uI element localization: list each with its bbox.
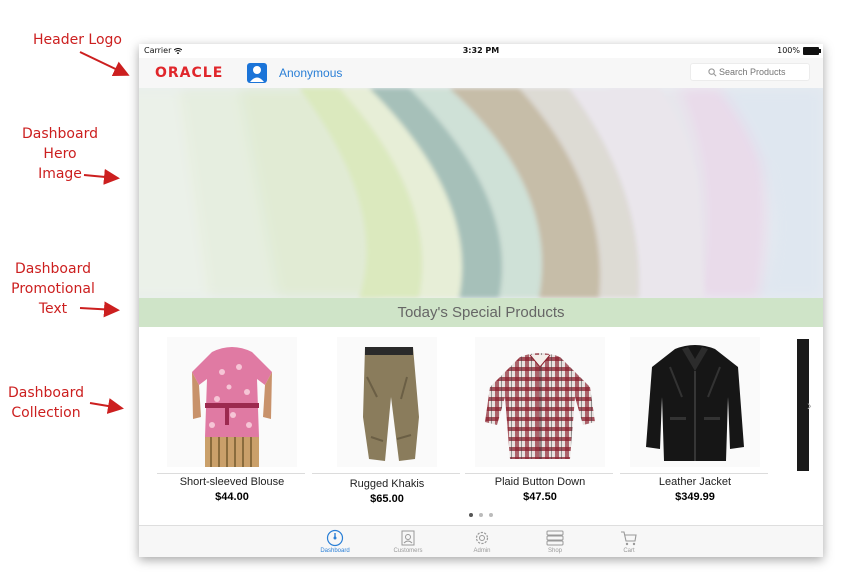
promotional-banner: Today's Special Products bbox=[139, 298, 823, 327]
callout-line: Collection bbox=[11, 405, 81, 421]
page-indicator[interactable] bbox=[139, 513, 823, 517]
tab-bar: Dashboard Customers Admin Shop Cart bbox=[139, 525, 823, 557]
user-avatar-icon[interactable] bbox=[247, 63, 267, 83]
product-price: $349.99 bbox=[675, 491, 715, 503]
tab-admin[interactable]: Admin bbox=[457, 529, 507, 554]
product-card[interactable]: Leather Jacket $349.99 bbox=[620, 337, 770, 503]
arrow-header-logo bbox=[79, 51, 130, 77]
product-card[interactable]: Rugged Khakis $65.00 bbox=[312, 337, 462, 505]
callout-line: Image bbox=[38, 166, 82, 182]
chevron-right-icon[interactable]: › bbox=[807, 397, 812, 413]
tab-label: Customers bbox=[393, 548, 423, 554]
search-box[interactable] bbox=[690, 63, 819, 81]
callout-line: Header Logo bbox=[33, 32, 122, 48]
product-name[interactable]: Plaid Button Down bbox=[465, 476, 615, 488]
oracle-logo[interactable]: ORACLE bbox=[155, 65, 223, 81]
battery-indicator: 100% bbox=[777, 46, 821, 55]
shop-icon bbox=[546, 530, 564, 546]
tab-cart[interactable]: Cart bbox=[604, 529, 654, 554]
product-image-leather-jacket[interactable] bbox=[630, 337, 760, 467]
search-input[interactable] bbox=[719, 67, 819, 77]
product-card[interactable]: Plaid Button Down $47.50 bbox=[465, 337, 615, 503]
callout-header-logo: Header Logo bbox=[33, 30, 122, 50]
hero-shirts-illustration bbox=[139, 88, 823, 298]
battery-percent: 100% bbox=[777, 46, 800, 55]
page-dot[interactable] bbox=[479, 513, 483, 517]
product-price: $44.00 bbox=[215, 491, 249, 503]
page-dot[interactable] bbox=[489, 513, 493, 517]
search-icon bbox=[708, 68, 717, 77]
tab-dashboard[interactable]: Dashboard bbox=[310, 529, 360, 554]
product-price: $47.50 bbox=[523, 491, 557, 503]
callout-line: Hero bbox=[43, 146, 77, 162]
tab-label: Shop bbox=[547, 548, 562, 554]
gear-icon bbox=[475, 531, 489, 545]
tab-customers[interactable]: Customers bbox=[383, 529, 433, 554]
card-divider bbox=[312, 473, 460, 474]
callout-collection: Dashboard Collection bbox=[6, 383, 86, 423]
callout-line: Dashboard bbox=[15, 261, 91, 277]
cart-icon bbox=[621, 531, 637, 546]
dashboard-icon bbox=[326, 529, 344, 547]
callout-line: Dashboard bbox=[22, 126, 98, 142]
product-name[interactable]: Short-sleeved Blouse bbox=[157, 476, 307, 488]
callout-promotional-text: Dashboard Promotional Text bbox=[8, 259, 98, 319]
product-card[interactable]: Short-sleeved Blouse $44.00 bbox=[157, 337, 307, 503]
tab-label: Dashboard bbox=[320, 548, 350, 554]
battery-icon bbox=[803, 46, 821, 55]
username-link[interactable]: Anonymous bbox=[279, 66, 342, 80]
page-dot[interactable] bbox=[469, 513, 473, 517]
hero-image bbox=[139, 88, 823, 298]
callout-hero-image: Dashboard Hero Image bbox=[18, 124, 102, 184]
app-header: ORACLE Anonymous bbox=[139, 58, 823, 89]
customers-icon bbox=[401, 530, 415, 546]
product-collection[interactable]: Short-sleeved Blouse $44.00 Rugged Khaki… bbox=[139, 327, 823, 525]
product-name[interactable]: Leather Jacket bbox=[620, 476, 770, 488]
product-price: $65.00 bbox=[370, 493, 404, 505]
product-image-blouse[interactable] bbox=[167, 337, 297, 467]
card-divider bbox=[465, 473, 613, 474]
tab-label: Cart bbox=[623, 548, 635, 554]
clock: 3:32 PM bbox=[462, 46, 500, 55]
tab-shop[interactable]: Shop bbox=[530, 529, 580, 554]
product-image-plaid-shirt[interactable] bbox=[475, 337, 605, 467]
status-bar: Carrier 3:32 PM 100% bbox=[139, 44, 823, 58]
product-name[interactable]: Rugged Khakis bbox=[312, 478, 462, 490]
tab-label: Admin bbox=[473, 548, 491, 554]
callout-line: Promotional bbox=[11, 281, 95, 297]
card-divider bbox=[157, 473, 305, 474]
card-divider bbox=[620, 473, 768, 474]
callout-line: Text bbox=[38, 301, 68, 317]
tablet-screen: Carrier 3:32 PM 100% ORACLE Anonymous Se… bbox=[139, 44, 823, 557]
callout-line: Dashboard bbox=[8, 385, 84, 401]
product-image-khakis[interactable] bbox=[337, 337, 437, 467]
arrow-collection bbox=[89, 398, 124, 414]
